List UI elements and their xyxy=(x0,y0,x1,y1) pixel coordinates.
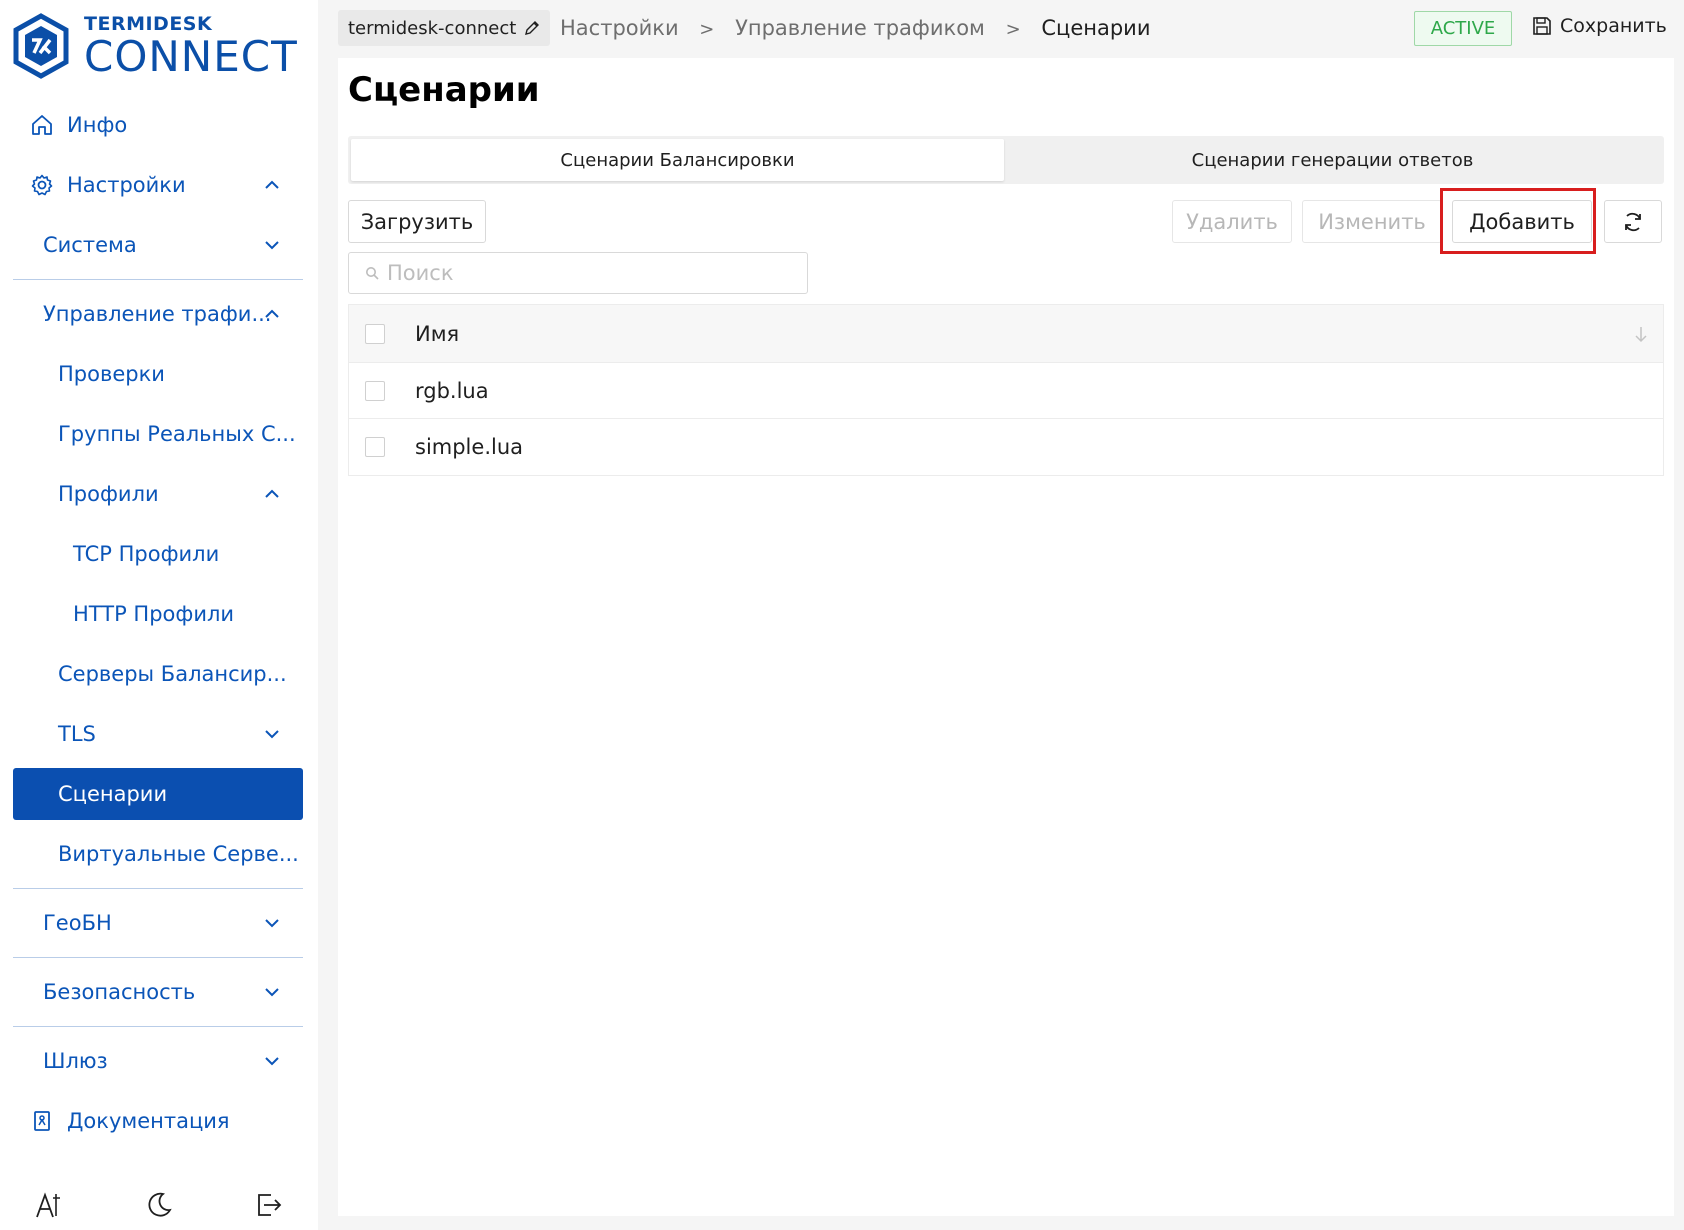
sidebar-item-real-server-groups[interactable]: Группы Реальных С... xyxy=(13,404,303,464)
sort-arrow-icon[interactable] xyxy=(1633,325,1649,343)
tab-response-scenarios[interactable]: Сценарии генерации ответов xyxy=(1006,139,1659,181)
top-bar: termidesk-connect Настройки > Управление… xyxy=(338,10,1674,46)
chevron-down-icon xyxy=(265,919,279,928)
sidebar-divider xyxy=(13,957,303,958)
document-icon xyxy=(34,1111,50,1131)
chevron-down-icon xyxy=(265,1057,279,1066)
sidebar-item-system[interactable]: Система xyxy=(13,215,303,275)
sidebar-item-label: Профили xyxy=(58,482,159,506)
breadcrumb-current: Сценарии xyxy=(1041,16,1151,40)
table-row[interactable]: rgb.lua xyxy=(349,363,1663,419)
refresh-button[interactable] xyxy=(1604,200,1662,243)
sidebar-item-balancing-servers[interactable]: Серверы Балансир... xyxy=(13,644,303,704)
sidebar-item-label: Виртуальные Серве... xyxy=(58,842,299,866)
sidebar-item-label: Сценарии xyxy=(58,782,168,806)
project-name[interactable]: termidesk-connect xyxy=(338,10,551,46)
page-title: Сценарии xyxy=(348,70,540,110)
sidebar: TERMIDESK CONNECT Инфо Настройки Система… xyxy=(0,0,318,1230)
sidebar-item-scenarios[interactable]: Сценарии xyxy=(13,768,303,820)
column-header-name[interactable]: Имя xyxy=(415,322,459,346)
sidebar-item-label: Настройки xyxy=(67,173,186,197)
sidebar-divider xyxy=(13,888,303,889)
sidebar-item-profiles[interactable]: Профили xyxy=(13,464,303,524)
edit-button[interactable]: Изменить xyxy=(1302,200,1442,243)
row-name: simple.lua xyxy=(415,435,524,459)
sidebar-divider xyxy=(13,1026,303,1027)
breadcrumb-separator: > xyxy=(699,19,715,40)
sidebar-item-label: Система xyxy=(43,233,137,257)
termidesk-logo-icon xyxy=(13,13,69,79)
home-icon xyxy=(32,115,52,135)
tab-balancing-scenarios[interactable]: Сценарии Балансировки xyxy=(351,139,1004,181)
gear-icon xyxy=(31,174,53,196)
row-name: rgb.lua xyxy=(415,378,489,403)
sidebar-item-label: Документация xyxy=(67,1109,230,1133)
breadcrumb: Настройки > Управление трафиком > Сценар… xyxy=(560,16,1150,40)
sidebar-item-http-profiles[interactable]: HTTP Профили xyxy=(13,584,303,644)
search-box xyxy=(348,252,808,294)
sidebar-item-settings[interactable]: Настройки xyxy=(13,155,303,215)
delete-button[interactable]: Удалить xyxy=(1172,200,1292,243)
row-checkbox[interactable] xyxy=(365,380,385,401)
breadcrumb-item[interactable]: Управление трафиком xyxy=(735,16,985,40)
save-button-label: Сохранить xyxy=(1560,15,1667,37)
save-button[interactable]: Сохранить xyxy=(1532,15,1667,37)
search-icon xyxy=(366,267,379,280)
chevron-up-icon xyxy=(265,489,279,498)
logo-small-text: TERMIDESK xyxy=(84,12,213,35)
sidebar-item-label: Инфо xyxy=(67,113,128,137)
sidebar-divider xyxy=(13,279,303,280)
pencil-icon[interactable] xyxy=(524,20,540,36)
sidebar-item-label: Шлюз xyxy=(43,1049,108,1073)
chevron-up-icon xyxy=(265,309,279,318)
sidebar-item-virtual-servers[interactable]: Виртуальные Серве... xyxy=(13,824,303,884)
upload-button[interactable]: Загрузить xyxy=(348,200,486,243)
sidebar-item-info[interactable]: Инфо xyxy=(13,95,303,155)
chevron-up-icon xyxy=(265,180,279,189)
moon-icon[interactable] xyxy=(144,1190,174,1220)
sidebar-item-docs[interactable]: Документация xyxy=(13,1091,303,1151)
sidebar-item-geo[interactable]: ГеоБН xyxy=(13,893,303,953)
highlight-box xyxy=(1440,188,1596,254)
sidebar-item-label: Проверки xyxy=(58,362,165,386)
logo-big-text: CONNECT xyxy=(84,31,298,81)
project-name-text: termidesk-connect xyxy=(348,17,517,39)
sidebar-item-checks[interactable]: Проверки xyxy=(13,344,303,404)
logout-icon[interactable] xyxy=(254,1190,284,1220)
sidebar-item-security[interactable]: Безопасность xyxy=(13,962,303,1022)
logo[interactable]: TERMIDESK CONNECT xyxy=(12,12,304,80)
font-size-icon[interactable] xyxy=(34,1190,64,1220)
status-badge: ACTIVE xyxy=(1414,11,1512,46)
search-input[interactable] xyxy=(387,261,787,285)
sidebar-item-label: Группы Реальных С... xyxy=(58,422,296,446)
sidebar-item-label: HTTP Профили xyxy=(73,602,235,626)
chevron-down-icon xyxy=(265,730,279,739)
sidebar-item-label: Безопасность xyxy=(43,980,196,1004)
sidebar-item-label: ГеоБН xyxy=(43,911,112,935)
select-all-checkbox[interactable] xyxy=(365,323,385,344)
sidebar-nav: Инфо Настройки Система Управление трафи.… xyxy=(13,95,303,1151)
breadcrumb-separator: > xyxy=(1005,19,1021,40)
row-checkbox[interactable] xyxy=(365,437,385,457)
sidebar-item-tcp-profiles[interactable]: TCP Профили xyxy=(13,524,303,584)
table-row[interactable]: simple.lua xyxy=(349,419,1663,475)
sidebar-footer xyxy=(30,1190,290,1222)
sidebar-item-tls[interactable]: TLS xyxy=(13,704,303,764)
sidebar-item-traffic[interactable]: Управление трафи... xyxy=(13,284,303,344)
sidebar-item-label: TLS xyxy=(58,722,96,746)
scenarios-table: Имя rgb.lua simple.lua xyxy=(348,304,1664,476)
sidebar-item-label: TCP Профили xyxy=(73,542,220,566)
breadcrumb-item[interactable]: Настройки xyxy=(560,16,679,40)
main-panel: Сценарии Сценарии Балансировки Сценарии … xyxy=(338,58,1674,1216)
table-header-row: Имя xyxy=(349,305,1663,363)
refresh-icon xyxy=(1625,212,1641,231)
floppy-disk-icon xyxy=(1533,17,1551,35)
chevron-down-icon xyxy=(265,241,279,250)
sidebar-item-label: Серверы Балансир... xyxy=(58,662,287,686)
tab-bar: Сценарии Балансировки Сценарии генерации… xyxy=(348,136,1664,184)
chevron-down-icon xyxy=(265,988,279,997)
sidebar-item-gateway[interactable]: Шлюз xyxy=(13,1031,303,1091)
sidebar-item-label: Управление трафи... xyxy=(43,302,272,326)
